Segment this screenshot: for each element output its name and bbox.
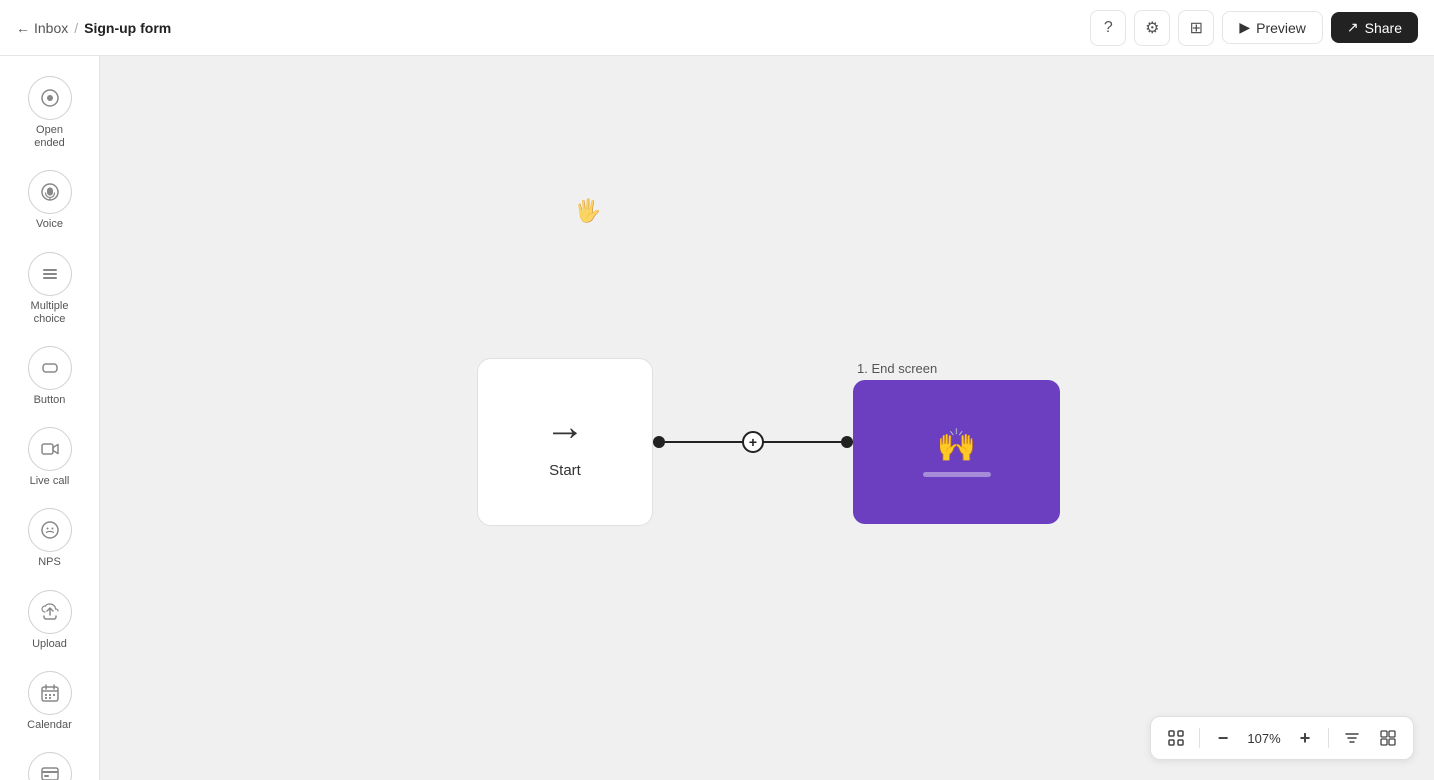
header-left: ← Inbox / Sign-up form xyxy=(16,20,1090,36)
sidebar-item-calendar[interactable]: Calendar xyxy=(10,663,90,740)
nps-label: NPS xyxy=(38,556,61,569)
share-icon: ↗ xyxy=(1347,19,1359,36)
breadcrumb-separator: / xyxy=(74,20,78,36)
preview-label: Preview xyxy=(1256,20,1306,36)
sidebar-item-live-call[interactable]: Live call xyxy=(10,419,90,496)
connector-add-button[interactable]: + xyxy=(742,431,764,453)
zoom-in-icon: + xyxy=(1300,729,1311,747)
preview-icon: ▶ xyxy=(1239,19,1250,36)
filter-icon xyxy=(1344,730,1360,746)
page-title: Sign-up form xyxy=(84,20,171,36)
end-node-wrapper: 1. End screen 🙌 xyxy=(853,361,1060,524)
button-label: Button xyxy=(34,394,66,407)
filter-button[interactable] xyxy=(1337,723,1367,753)
open-ended-label: Open ended xyxy=(20,124,80,150)
start-node[interactable]: → Start xyxy=(477,358,653,526)
back-arrow-icon: ← xyxy=(16,20,30,36)
sidebar-item-voice[interactable]: Voice xyxy=(10,162,90,239)
sidebar-item-open-ended[interactable]: Open ended xyxy=(10,68,90,158)
canvas[interactable]: 🖐 → Start + 1. End screen 🙌 xyxy=(100,56,1434,780)
calendar-label: Calendar xyxy=(27,719,72,732)
grid-button[interactable] xyxy=(1373,723,1403,753)
voice-label: Voice xyxy=(36,218,63,231)
end-node-bar xyxy=(923,472,991,477)
nps-icon xyxy=(28,508,72,552)
sidebar-item-nps[interactable]: NPS xyxy=(10,500,90,577)
sidebar: Open ended Voice Multiple choice xyxy=(0,56,100,780)
header: ← Inbox / Sign-up form ? ⚙ ⊞ ▶ Preview ↗… xyxy=(0,0,1434,56)
upload-label: Upload xyxy=(32,638,67,651)
open-ended-icon xyxy=(28,76,72,120)
help-icon: ? xyxy=(1104,19,1113,37)
present-icon: ⊞ xyxy=(1190,18,1203,38)
payment-icon xyxy=(28,752,72,780)
end-node-label: 1. End screen xyxy=(853,361,1060,380)
upload-icon xyxy=(28,590,72,634)
zoom-level: 107% xyxy=(1244,731,1284,746)
settings-button[interactable]: ⚙ xyxy=(1134,10,1170,46)
connector-dot-left xyxy=(653,436,665,448)
sidebar-item-button[interactable]: Button xyxy=(10,338,90,415)
settings-icon: ⚙ xyxy=(1145,18,1159,38)
share-button[interactable]: ↗ Share xyxy=(1331,12,1418,43)
fit-view-button[interactable] xyxy=(1161,723,1191,753)
zoom-in-button[interactable]: + xyxy=(1290,723,1320,753)
toolbar-divider-2 xyxy=(1328,728,1329,748)
sidebar-item-multiple-choice[interactable]: Multiple choice xyxy=(10,244,90,334)
connector-dot-right xyxy=(841,436,853,448)
flow-diagram: → Start + 1. End screen 🙌 xyxy=(477,358,1060,526)
sidebar-item-payment[interactable]: Payment xyxy=(10,744,90,780)
calendar-icon xyxy=(28,671,72,715)
sidebar-item-upload[interactable]: Upload xyxy=(10,582,90,659)
live-call-label: Live call xyxy=(30,475,70,488)
hand-cursor-icon: 🖐 xyxy=(574,198,601,224)
live-call-icon xyxy=(28,427,72,471)
multiple-choice-label: Multiple choice xyxy=(20,300,80,326)
back-label[interactable]: Inbox xyxy=(34,20,68,36)
end-screen-node[interactable]: 🙌 xyxy=(853,380,1060,524)
voice-icon xyxy=(28,170,72,214)
multiple-choice-icon xyxy=(28,252,72,296)
back-button[interactable]: ← Inbox xyxy=(16,20,68,36)
button-icon xyxy=(28,346,72,390)
zoom-out-button[interactable]: − xyxy=(1208,723,1238,753)
zoom-out-icon: − xyxy=(1218,729,1229,747)
present-button[interactable]: ⊞ xyxy=(1178,10,1214,46)
toolbar-divider-1 xyxy=(1199,728,1200,748)
end-node-emoji: 🙌 xyxy=(937,426,977,464)
start-arrow-icon: → xyxy=(545,405,585,450)
preview-button[interactable]: ▶ Preview xyxy=(1222,11,1323,44)
grid-icon xyxy=(1380,730,1396,746)
header-actions: ? ⚙ ⊞ ▶ Preview ↗ Share xyxy=(1090,10,1418,46)
help-button[interactable]: ? xyxy=(1090,10,1126,46)
share-label: Share xyxy=(1365,20,1402,36)
fit-view-icon xyxy=(1168,730,1184,746)
add-icon: + xyxy=(749,434,757,450)
flow-connector: + xyxy=(653,430,853,454)
bottom-toolbar: − 107% + xyxy=(1150,716,1414,760)
start-label: Start xyxy=(549,462,581,479)
